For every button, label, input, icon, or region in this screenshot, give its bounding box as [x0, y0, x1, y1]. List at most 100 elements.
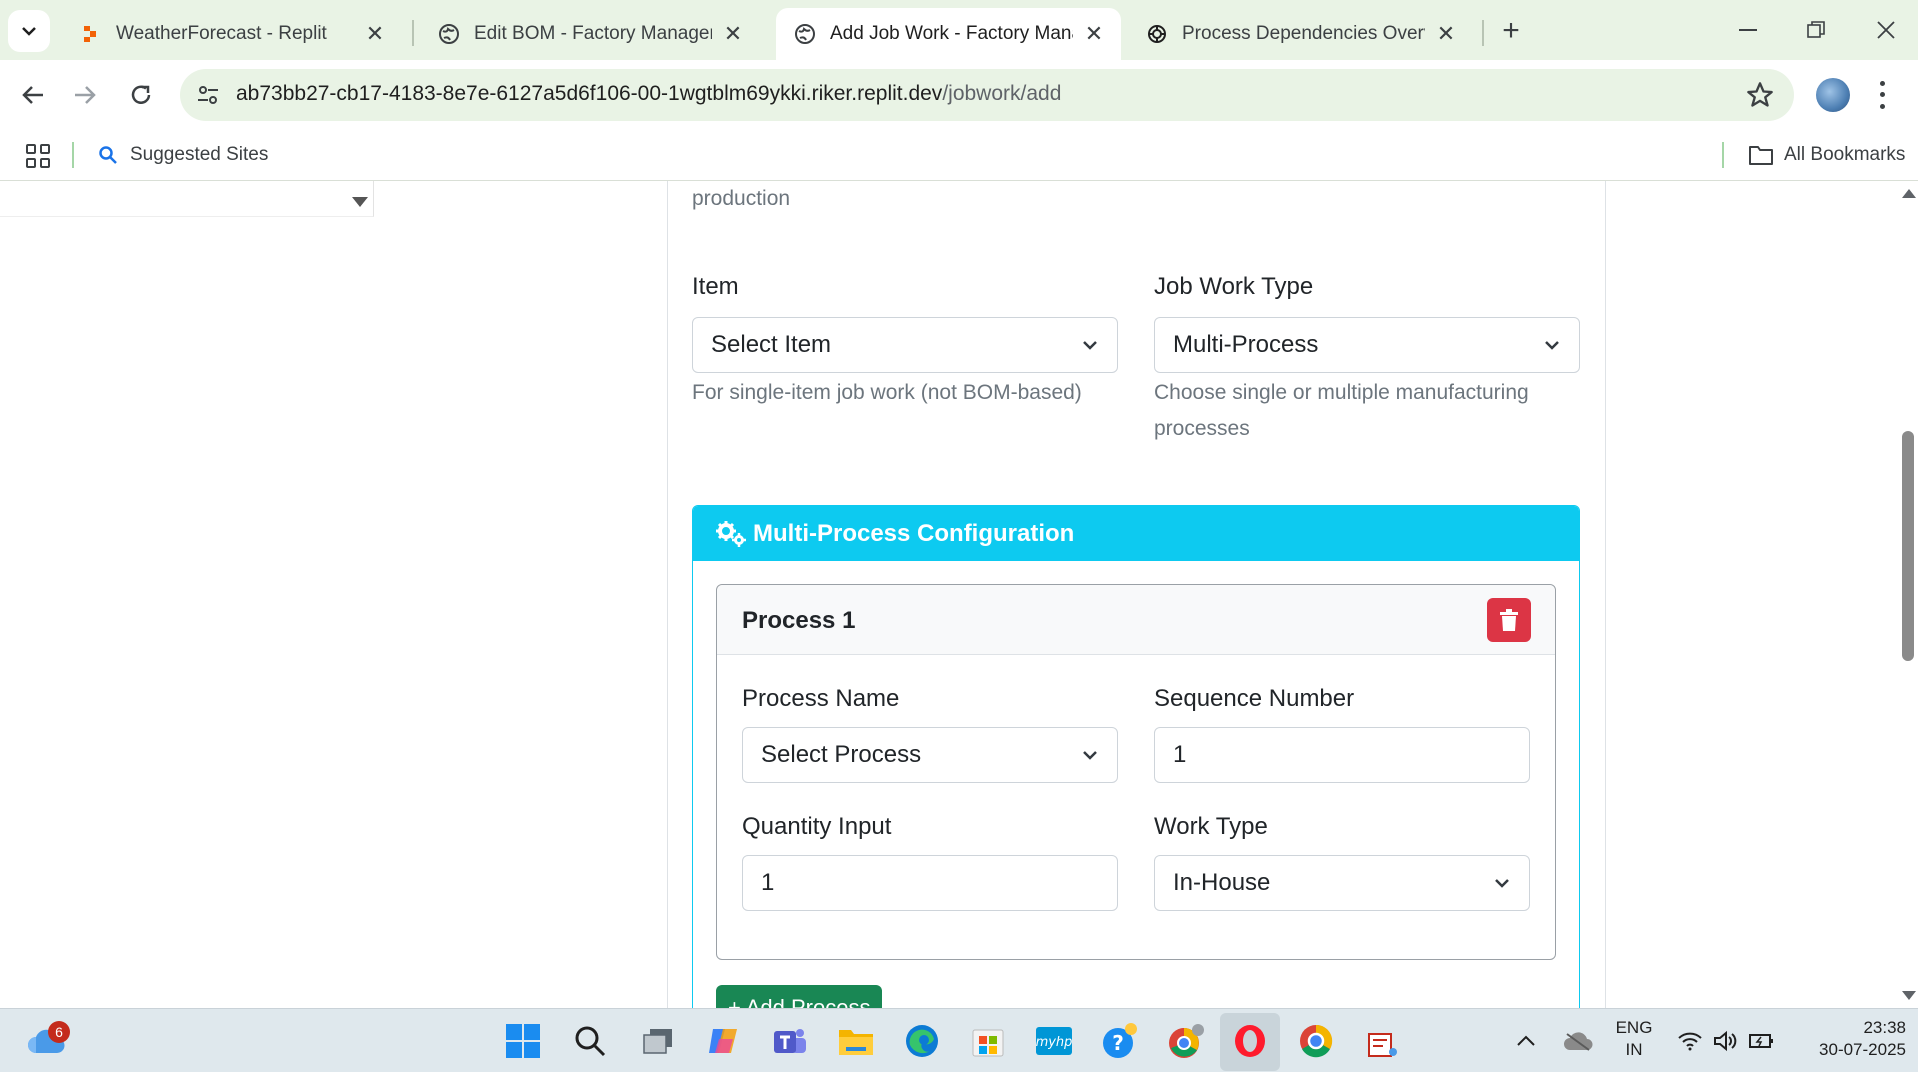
work-type-select[interactable]: In-House [1154, 855, 1530, 911]
url-path: /jobwork/add [942, 82, 1062, 105]
url-host: ab73bb27-cb17-4183-8e7e-6127a5d6f106-00-… [236, 82, 943, 105]
job-work-type-select[interactable]: Multi-Process [1154, 317, 1580, 373]
close-tab-icon[interactable]: ✕ [362, 21, 388, 47]
quantity-input-label: Quantity Input [742, 813, 892, 840]
gears-icon [716, 520, 746, 547]
search-icon[interactable] [570, 1021, 610, 1061]
windows-start-icon[interactable] [503, 1021, 543, 1061]
delete-process-button[interactable] [1487, 598, 1531, 642]
job-work-type-value: Multi-Process [1173, 331, 1319, 358]
edge-browser-icon[interactable] [902, 1021, 942, 1061]
browser-menu-button[interactable] [1874, 78, 1890, 112]
multi-process-title: Multi-Process Configuration [753, 519, 1075, 547]
apps-grid-icon[interactable] [26, 144, 50, 168]
close-icon [1877, 21, 1895, 39]
item-help-text: For single-item job work (not BOM-based) [692, 381, 1082, 404]
minimize-button[interactable] [1720, 10, 1776, 50]
all-bookmarks-button[interactable]: All Bookmarks [1748, 140, 1905, 170]
tab-add-job-work[interactable]: Add Job Work - Factory Management ✕ [776, 8, 1121, 60]
item-label: Item [692, 273, 739, 300]
copilot-icon[interactable] [704, 1021, 744, 1061]
scroll-up-arrow-icon[interactable] [1902, 189, 1916, 198]
tab-edit-bom[interactable]: Edit BOM - Factory Management ✕ [420, 8, 760, 60]
battery-icon[interactable] [1742, 1021, 1782, 1061]
tab-process-dependencies[interactable]: Process Dependencies Overview ✕ [1128, 8, 1473, 60]
process-name-select[interactable]: Select Process [742, 727, 1118, 783]
tab-title: Edit BOM - Factory Management [474, 23, 712, 44]
process-name-value: Select Process [761, 741, 922, 768]
notification-badge: 6 [48, 1021, 70, 1043]
chrome-icon[interactable] [1296, 1021, 1336, 1061]
close-window-button[interactable] [1858, 10, 1914, 50]
close-tab-icon[interactable]: ✕ [1081, 21, 1107, 47]
profile-avatar[interactable] [1816, 78, 1850, 112]
scrollbar-thumb[interactable] [1902, 431, 1914, 661]
multi-process-header: Multi-Process Configuration [693, 506, 1579, 561]
replit-icon [80, 23, 102, 45]
close-tab-icon[interactable]: ✕ [1433, 21, 1459, 47]
chevron-down-icon [22, 27, 36, 36]
caret-down-icon[interactable] [352, 197, 368, 207]
page-scrollbar[interactable] [1898, 181, 1918, 1008]
tab-search-button[interactable] [8, 10, 50, 52]
teams-icon[interactable] [770, 1021, 810, 1061]
new-tab-button[interactable]: + [1494, 14, 1528, 48]
url-text: ab73bb27-cb17-4183-8e7e-6127a5d6f106-00-… [236, 82, 1061, 106]
back-button[interactable] [14, 76, 52, 114]
bookmarks-bar: Suggested Sites All Bookmarks [0, 130, 1918, 181]
process-name-label: Process Name [742, 685, 900, 712]
tab-separator [1482, 20, 1484, 46]
chrome-profile-icon[interactable] [1166, 1021, 1206, 1061]
page-content: production Item Select Item For single-i… [0, 181, 1918, 1008]
chevron-down-icon [1545, 341, 1559, 350]
bookmark-suggested-sites[interactable]: Suggested Sites [98, 140, 268, 170]
process-title: Process 1 [742, 607, 856, 634]
add-process-label: + Add Process [728, 995, 871, 1008]
browser-chrome: WeatherForecast - Replit ✕ Edit BOM - Fa… [0, 0, 1918, 181]
bookmark-star-icon[interactable] [1746, 81, 1774, 109]
bookmark-label: Suggested Sites [130, 144, 269, 165]
search-icon [99, 146, 117, 164]
file-explorer-icon[interactable] [836, 1021, 876, 1061]
item-select-value: Select Item [711, 331, 832, 358]
chevron-down-icon [1083, 341, 1097, 350]
reload-icon [131, 85, 151, 104]
chevron-down-icon [1495, 879, 1509, 888]
add-process-button[interactable]: + Add Process [716, 985, 882, 1008]
work-type-label: Work Type [1154, 813, 1268, 840]
trash-icon [1500, 609, 1518, 631]
tab-weatherforecast[interactable]: WeatherForecast - Replit ✕ [62, 8, 402, 60]
arrow-right-icon [75, 86, 96, 104]
item-select[interactable]: Select Item [692, 317, 1118, 373]
onedrive-icon[interactable] [1558, 1021, 1598, 1061]
address-bar[interactable]: ab73bb27-cb17-4183-8e7e-6127a5d6f106-00-… [180, 69, 1794, 121]
bookmark-separator [1722, 142, 1724, 168]
process-card-header: Process 1 [717, 585, 1555, 655]
globe-icon [794, 23, 816, 45]
quantity-input-field[interactable]: 1 [742, 855, 1118, 911]
scroll-down-arrow-icon[interactable] [1902, 991, 1916, 1000]
volume-icon[interactable] [1706, 1021, 1746, 1061]
svg-text:myhp: myhp [1036, 1035, 1072, 1050]
restore-button[interactable] [1788, 10, 1844, 50]
show-hidden-icons-chevron-icon[interactable] [1506, 1021, 1546, 1061]
reload-button[interactable] [122, 76, 160, 114]
forward-button[interactable] [66, 76, 104, 114]
clock[interactable]: 23:38 30-07-2025 [1786, 1017, 1906, 1061]
wifi-icon[interactable] [1670, 1021, 1710, 1061]
sequence-number-input[interactable]: 1 [1154, 727, 1530, 783]
snipping-tool-icon[interactable] [1362, 1021, 1402, 1061]
close-tab-icon[interactable]: ✕ [720, 21, 746, 47]
tab-title: WeatherForecast - Replit [116, 23, 327, 44]
sequence-number-label: Sequence Number [1154, 685, 1355, 712]
task-view-icon[interactable] [638, 1021, 678, 1061]
tab-title: Process Dependencies Overview [1182, 23, 1425, 44]
language-indicator[interactable]: ENG IN [1612, 1017, 1656, 1061]
site-info-icon[interactable] [196, 83, 220, 107]
clock-date: 30-07-2025 [1819, 1040, 1906, 1059]
myhp-icon[interactable]: myhp [1034, 1021, 1074, 1061]
sidebar-fragment [0, 181, 374, 217]
help-icon[interactable]: ? [1100, 1021, 1140, 1061]
opera-icon[interactable] [1230, 1021, 1270, 1061]
microsoft-store-icon[interactable] [968, 1021, 1008, 1061]
